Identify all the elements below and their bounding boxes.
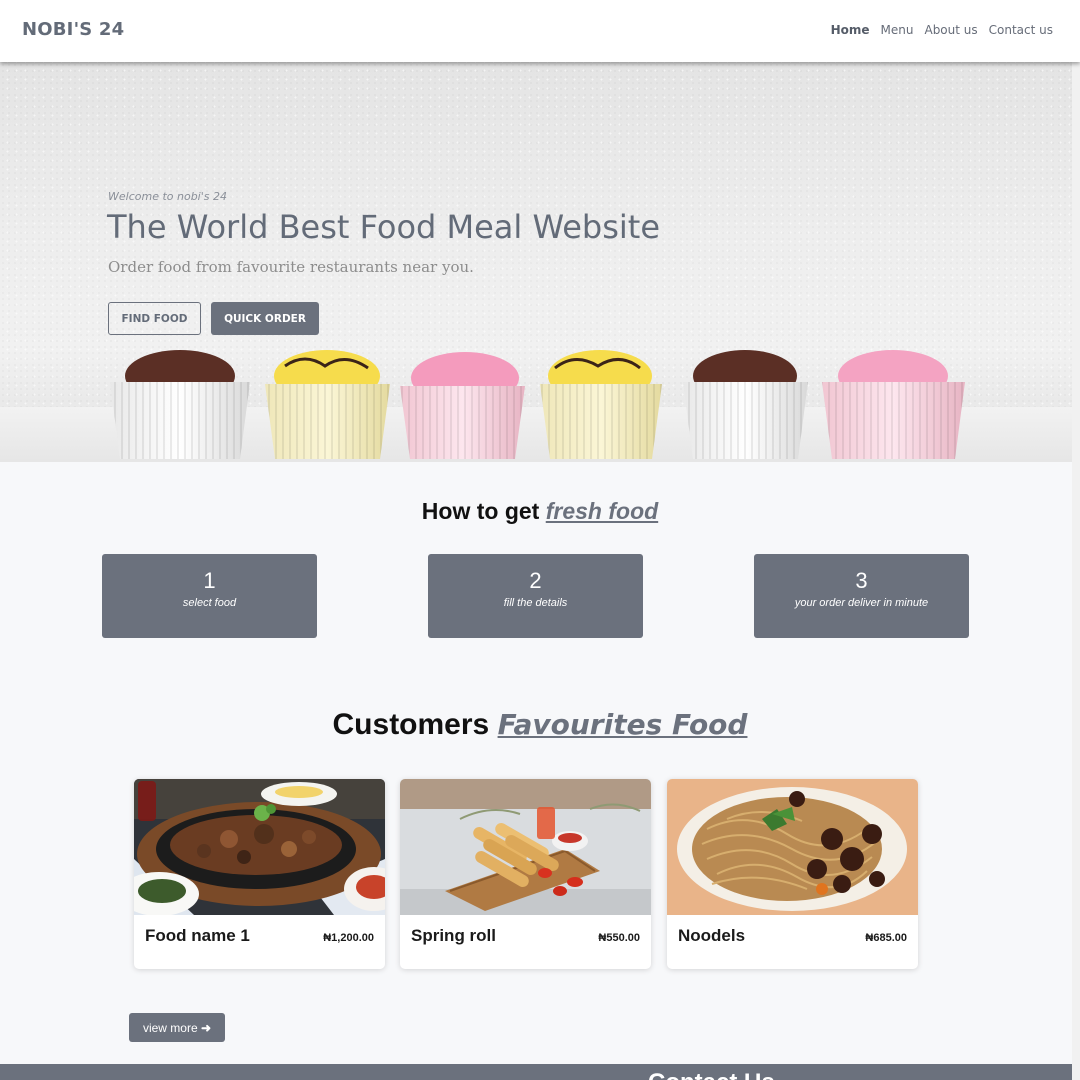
favourites-title: Customers Favourites Food <box>0 708 1080 742</box>
footer-contact-heading: Contact Us <box>648 1069 775 1080</box>
food-card-3[interactable]: Noodels ₦685.00 <box>667 779 918 969</box>
hero-subtitle: Order food from favourite restaurants ne… <box>108 258 474 276</box>
steps-title-highlight: fresh food <box>545 498 659 524</box>
hero-banner: Welcome to nobi's 24 The World Best Food… <box>0 62 1072 462</box>
footer: Contact Us <box>0 1064 1072 1080</box>
food-card-2[interactable]: Spring roll ₦550.00 <box>400 779 651 969</box>
food-card-1[interactable]: Food name 1 ₦1,200.00 <box>134 779 385 969</box>
favourites-title-prefix: Customers <box>332 708 498 741</box>
step-text: your order deliver in minute <box>794 597 929 609</box>
arrow-right-icon: ➜ <box>200 1020 212 1035</box>
navbar: NOBI'S 24 Home Menu About us Contact us <box>0 0 1080 62</box>
cupcake-pink <box>400 352 525 459</box>
view-more-button[interactable]: view more ➜ <box>129 1013 225 1042</box>
step-number: 2 <box>529 568 542 593</box>
step-card-3: 3 your order deliver in minute <box>754 554 969 638</box>
page-scrollbar[interactable] <box>1072 62 1080 1080</box>
step-number: 1 <box>203 568 216 593</box>
food-price: ₦550.00 <box>598 932 640 944</box>
cupcake-chocolate-2 <box>683 350 808 459</box>
food-name: Noodels <box>678 926 746 945</box>
food-price: ₦1,200.00 <box>323 932 374 944</box>
nav-links: Home Menu About us Contact us <box>831 23 1053 37</box>
food-price: ₦685.00 <box>865 932 907 944</box>
steps-title: How to get fresh food <box>0 498 1080 525</box>
food-image-noodles <box>667 779 918 915</box>
step-number: 3 <box>855 568 868 593</box>
step-text: fill the details <box>503 597 568 609</box>
nav-item-home[interactable]: Home <box>831 23 870 37</box>
find-food-button[interactable]: FIND FOOD <box>108 302 201 335</box>
cupcake-pink-2 <box>822 350 965 459</box>
cupcake-chocolate <box>110 350 250 459</box>
nav-item-menu[interactable]: Menu <box>881 23 914 37</box>
hero-welcome-text: Welcome to nobi's 24 <box>108 190 227 203</box>
cupcakes-image <box>110 350 965 459</box>
favourites-title-highlight: Favourites Food <box>497 708 748 741</box>
food-image-sizzling-plate <box>134 779 385 915</box>
view-more-label: view more <box>142 1020 198 1035</box>
nav-item-about[interactable]: About us <box>924 23 977 37</box>
step-text: select food <box>182 597 237 609</box>
food-image-spring-roll <box>400 779 651 915</box>
steps-title-prefix: How to get <box>421 498 546 524</box>
cupcake-yellow-2 <box>540 350 662 459</box>
quick-order-button[interactable]: QUICK ORDER <box>211 302 319 335</box>
hero-title: The World Best Food Meal Website <box>107 208 661 246</box>
cupcake-yellow <box>265 350 390 459</box>
nav-item-contact[interactable]: Contact us <box>989 23 1053 37</box>
brand-logo[interactable]: NOBI'S 24 <box>22 19 124 40</box>
food-name: Food name 1 <box>145 926 250 945</box>
step-card-2: 2 fill the details <box>428 554 643 638</box>
step-card-1: 1 select food <box>102 554 317 638</box>
food-name: Spring roll <box>411 926 496 945</box>
